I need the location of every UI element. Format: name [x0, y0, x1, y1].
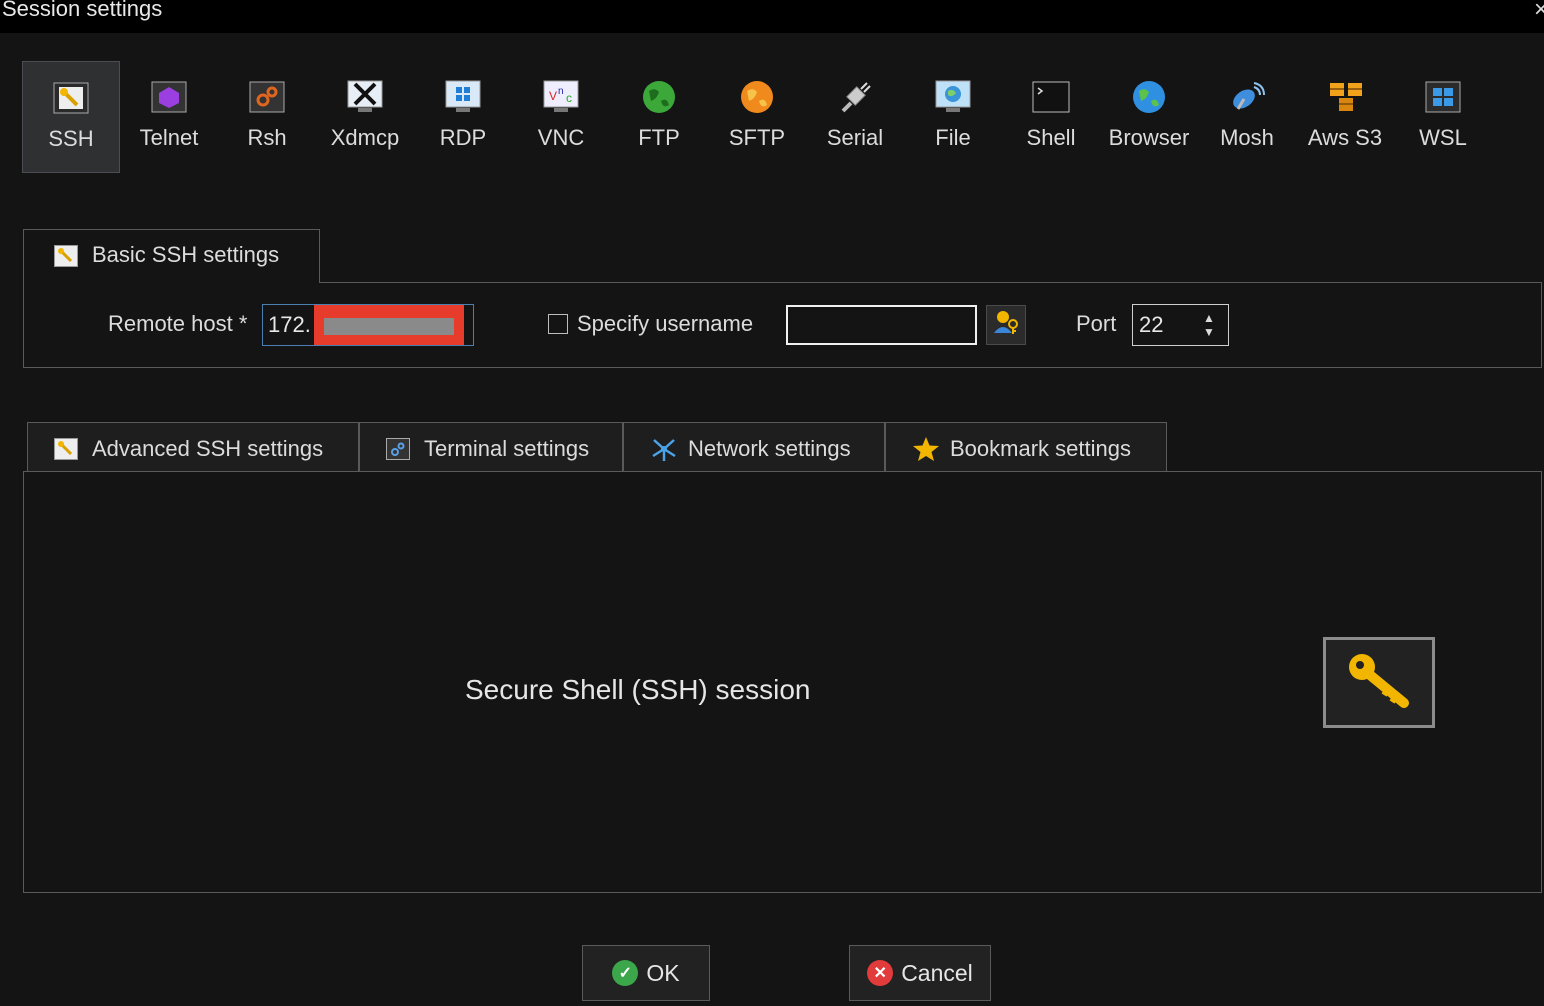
- wrench-icon: [54, 438, 78, 460]
- session-type-badge: [1323, 637, 1435, 728]
- tab-basic-ssh-settings[interactable]: Basic SSH settings: [23, 229, 320, 283]
- protocol-xdmcp[interactable]: Xdmcp: [316, 61, 414, 173]
- wsl-windows-icon: [1424, 79, 1462, 115]
- star-icon: [912, 436, 939, 461]
- redaction-box: [314, 305, 464, 345]
- rdp-icon: [444, 79, 482, 115]
- protocol-ftp[interactable]: FTP: [610, 61, 708, 173]
- protocol-aws-s3[interactable]: Aws S3: [1296, 61, 1394, 173]
- remote-host-value: 172.: [268, 312, 311, 337]
- remote-host-label: Remote host *: [108, 311, 248, 336]
- tab-label: Terminal settings: [424, 436, 590, 461]
- protocol-sftp[interactable]: SFTP: [708, 61, 806, 173]
- shell-terminal-icon: [1032, 79, 1070, 115]
- tab-label: Bookmark settings: [950, 436, 1131, 461]
- protocol-label: SSH: [48, 126, 94, 151]
- protocol-label: Browser: [1108, 125, 1190, 150]
- tab-label: Advanced SSH settings: [92, 436, 324, 461]
- protocol-label: Telnet: [139, 125, 199, 150]
- key-icon: [1344, 649, 1414, 717]
- file-monitor-icon: [934, 79, 972, 115]
- protocol-label: Rsh: [247, 125, 287, 150]
- svg-text:V: V: [549, 89, 557, 103]
- protocol-vnc[interactable]: Vnc VNC: [512, 61, 610, 173]
- user-key-icon: [992, 309, 1020, 341]
- tab-label: Network settings: [688, 436, 851, 461]
- port-value: 22: [1139, 312, 1164, 337]
- xdmcp-icon: [346, 79, 384, 115]
- close-circle-icon: ✕: [867, 960, 894, 986]
- protocol-label: SFTP: [728, 125, 786, 150]
- terminal-gear-icon: [386, 438, 410, 460]
- window-title: Session settings: [2, 0, 163, 21]
- title-bar: Session settings ×: [0, 0, 1544, 33]
- protocol-label: Shell: [1026, 125, 1076, 150]
- sftp-globe-icon: [738, 79, 776, 115]
- protocol-label: Xdmcp: [330, 125, 400, 150]
- telnet-icon: [150, 79, 188, 115]
- svg-text:n: n: [558, 86, 564, 97]
- rsh-icon: [248, 79, 286, 115]
- port-spinner[interactable]: ▲ ▼: [1202, 311, 1216, 339]
- protocol-browser[interactable]: Browser: [1100, 61, 1198, 173]
- spin-down-icon[interactable]: ▼: [1202, 325, 1216, 339]
- protocol-label: WSL: [1419, 125, 1467, 150]
- username-input[interactable]: [786, 305, 977, 345]
- protocol-toolbar: SSH Telnet Rsh Xdmcp RDP Vnc VNC FTP SFT…: [22, 61, 1492, 173]
- wrench-icon: [54, 245, 78, 267]
- port-spinbox[interactable]: 22 ▲ ▼: [1132, 304, 1229, 346]
- serial-plug-icon: [836, 79, 874, 115]
- protocol-label: Aws S3: [1307, 125, 1383, 150]
- protocol-telnet[interactable]: Telnet: [120, 61, 218, 173]
- ok-button[interactable]: ✓ OK: [582, 945, 710, 1001]
- protocol-label: VNC: [537, 125, 585, 150]
- tab-advanced-ssh-settings[interactable]: Advanced SSH settings: [27, 422, 359, 472]
- user-credentials-button[interactable]: [986, 305, 1026, 345]
- protocol-shell[interactable]: Shell: [1002, 61, 1100, 173]
- ftp-globe-icon: [640, 79, 678, 115]
- cancel-label: Cancel: [901, 959, 973, 986]
- svg-text:c: c: [566, 91, 572, 105]
- basic-settings-panel: [23, 282, 1542, 368]
- cancel-button[interactable]: ✕ Cancel: [849, 945, 991, 1001]
- session-description: Secure Shell (SSH) session: [465, 674, 811, 705]
- vnc-icon: Vnc: [542, 79, 580, 115]
- aws-s3-cubes-icon: [1326, 79, 1364, 115]
- protocol-wsl[interactable]: WSL: [1394, 61, 1492, 173]
- tab-bookmark-settings[interactable]: Bookmark settings: [885, 422, 1167, 472]
- spin-up-icon[interactable]: ▲: [1202, 311, 1216, 325]
- check-icon: ✓: [612, 960, 639, 986]
- ok-label: OK: [646, 959, 680, 986]
- mosh-satellite-icon: [1228, 79, 1266, 115]
- close-button[interactable]: ×: [1534, 0, 1544, 24]
- specify-username-label[interactable]: Specify username: [577, 311, 753, 337]
- protocol-ssh[interactable]: SSH: [22, 61, 120, 173]
- protocol-label: RDP: [439, 125, 487, 150]
- protocol-label: FTP: [638, 125, 680, 150]
- network-star-icon: [650, 436, 676, 461]
- specify-username-checkbox[interactable]: [548, 314, 568, 334]
- protocol-file[interactable]: File: [904, 61, 1002, 173]
- protocol-label: Mosh: [1220, 125, 1274, 150]
- browser-globe-icon: [1130, 79, 1168, 115]
- protocol-rsh[interactable]: Rsh: [218, 61, 316, 173]
- tab-network-settings[interactable]: Network settings: [623, 422, 885, 472]
- protocol-label: File: [935, 125, 971, 150]
- remote-host-input[interactable]: 172.: [262, 304, 474, 346]
- tab-terminal-settings[interactable]: Terminal settings: [359, 422, 623, 472]
- protocol-label: Serial: [826, 125, 884, 150]
- port-label: Port: [1076, 311, 1117, 336]
- tab-label: Basic SSH settings: [92, 242, 280, 267]
- protocol-mosh[interactable]: Mosh: [1198, 61, 1296, 173]
- protocol-rdp[interactable]: RDP: [414, 61, 512, 173]
- ssh-key-icon: [52, 80, 90, 116]
- protocol-serial[interactable]: Serial: [806, 61, 904, 173]
